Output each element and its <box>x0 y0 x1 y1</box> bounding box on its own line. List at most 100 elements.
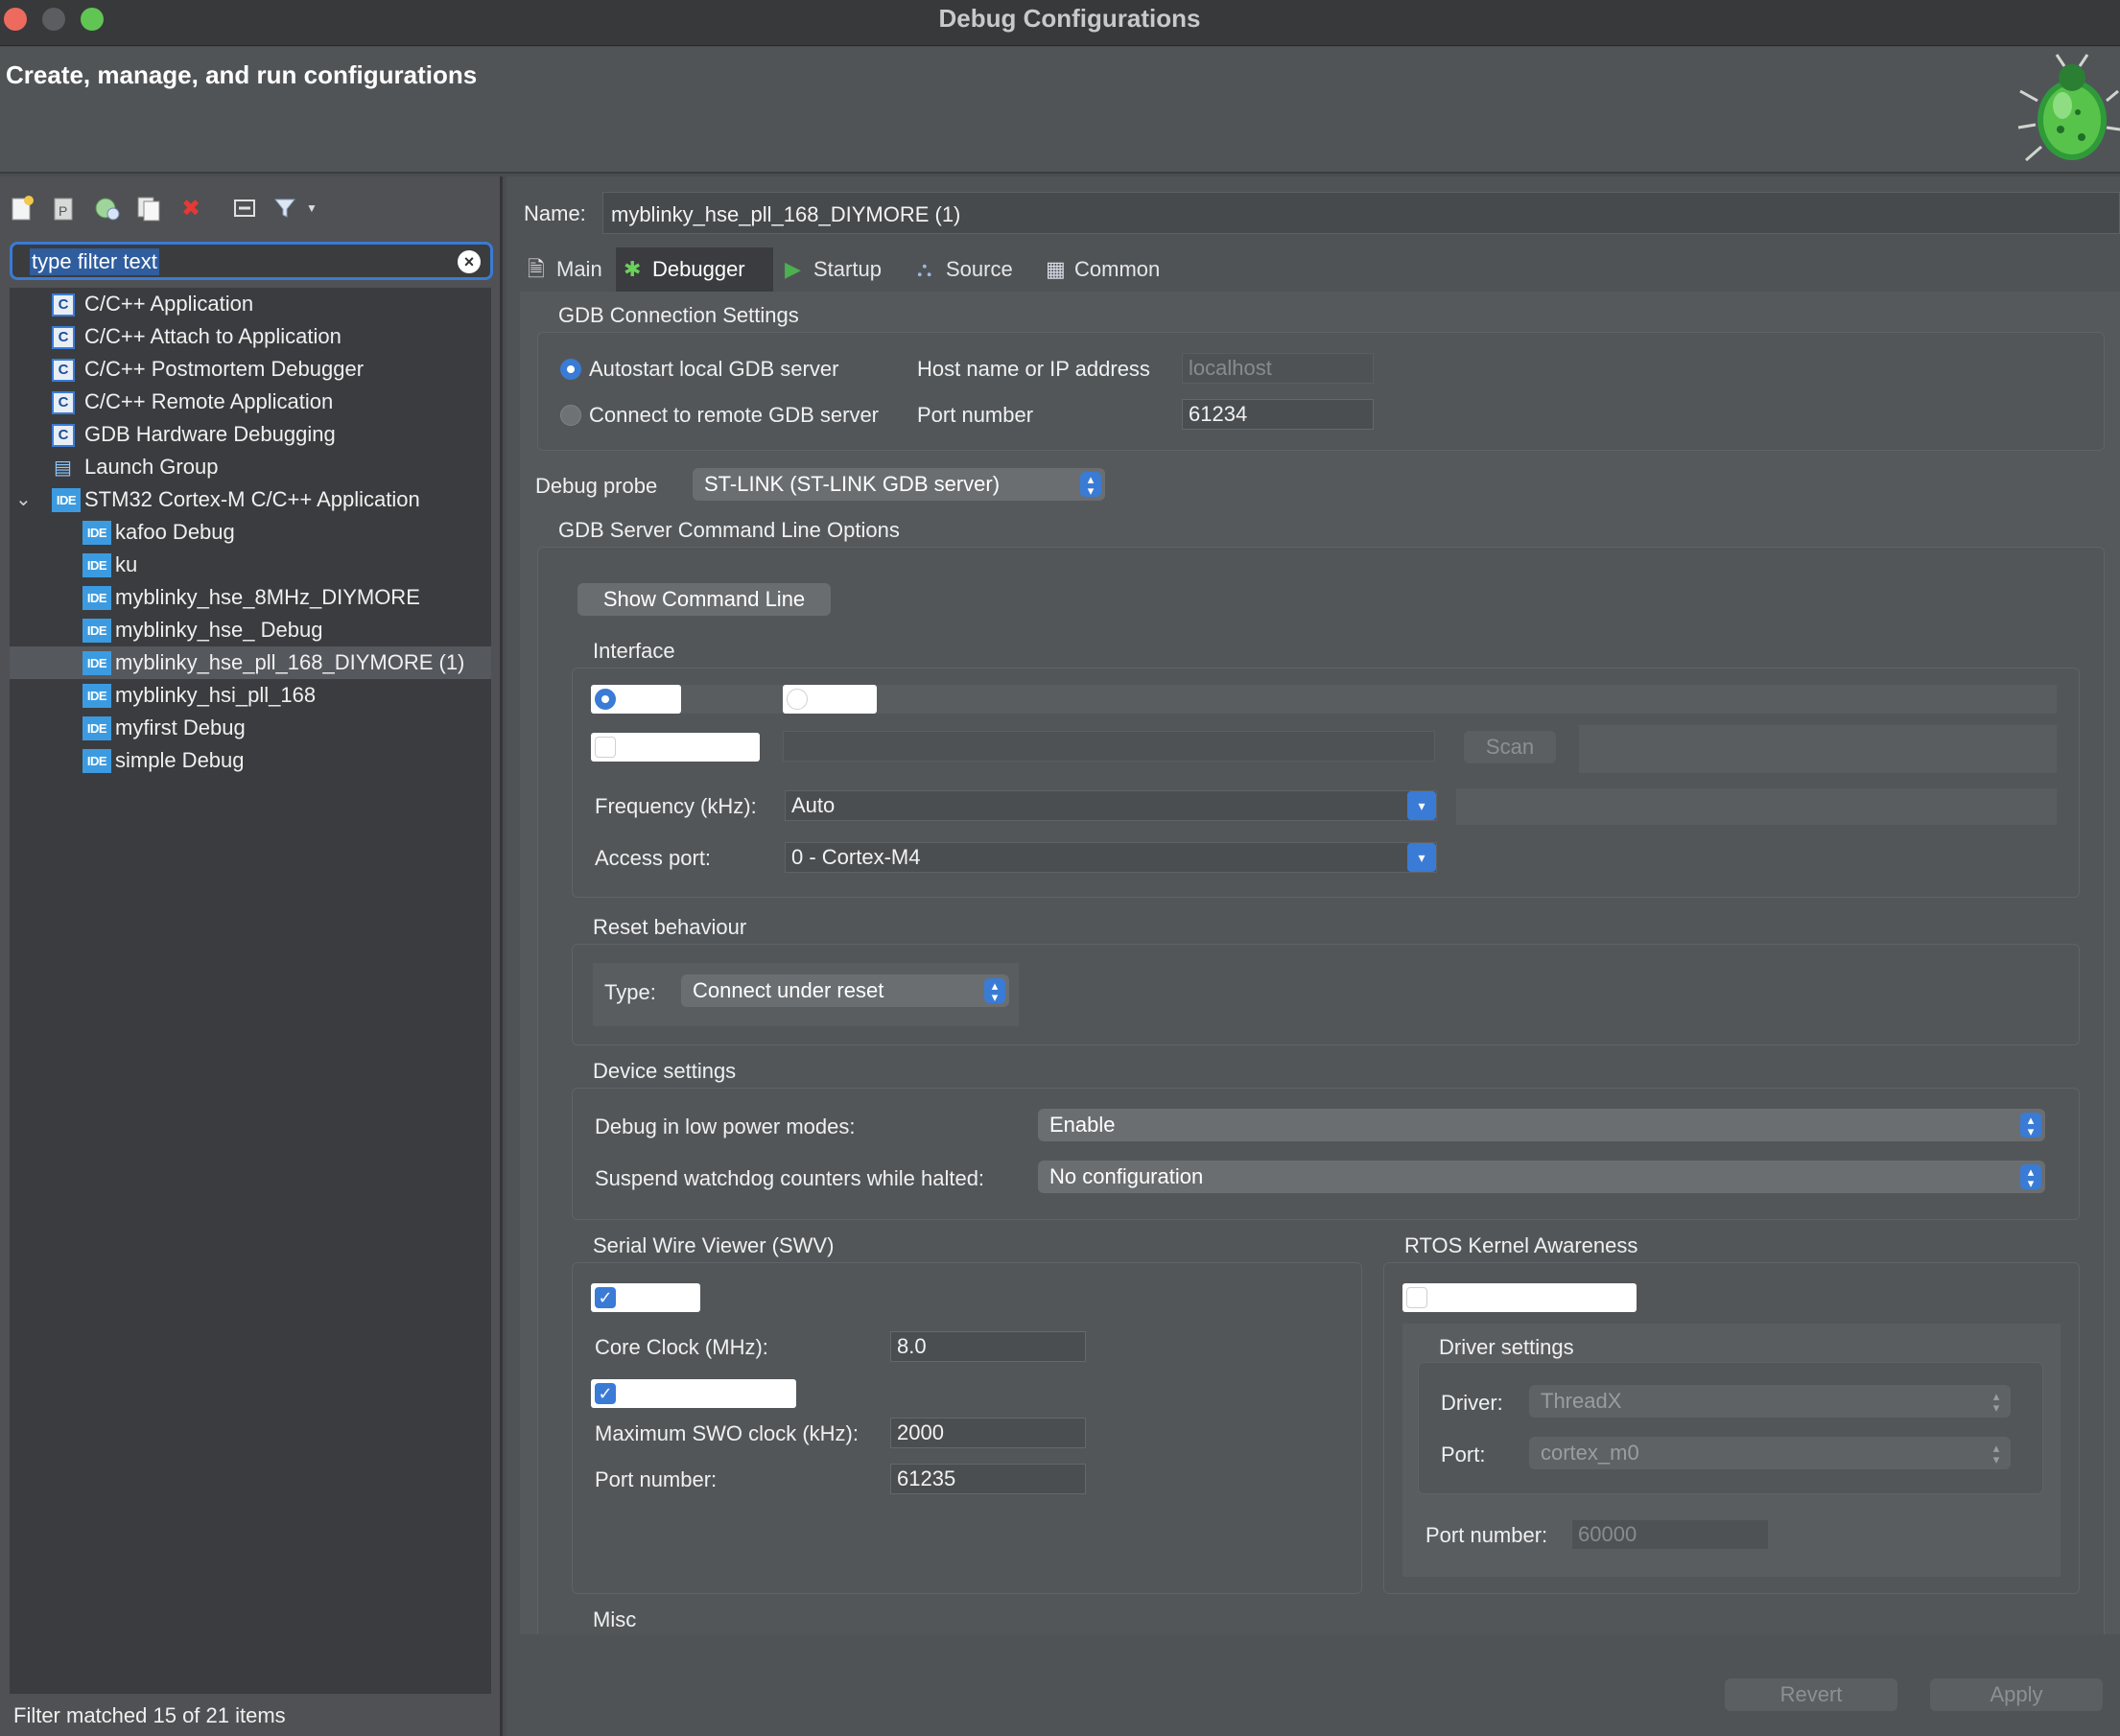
tab-common[interactable]: ▦ Common <box>1038 247 1182 292</box>
reset-type-value: Connect under reset <box>693 978 884 1002</box>
swv-title: Serial Wire Viewer (SWV) <box>593 1233 835 1257</box>
gdb-port-field[interactable]: 61234 <box>1182 399 1374 430</box>
low-power-label: Debug in low power modes: <box>595 1114 856 1138</box>
source-tab-icon: ⛬ <box>917 257 932 281</box>
low-power-select[interactable]: Enable ▴ ▾ <box>1038 1109 2045 1141</box>
tree-item-cpp-postmortem[interactable]: C C/C++ Postmortem Debugger <box>10 353 491 386</box>
ide-icon: IDE <box>82 684 111 708</box>
stlink-sn-extra <box>1579 725 2057 773</box>
rtos-portnum-field[interactable]: 60000 <box>1571 1519 1769 1550</box>
stlink-sn-checkbox[interactable] <box>595 737 616 758</box>
swv-enable-label: Enable <box>624 1285 690 1309</box>
config-toolbar: P ✖ ▼ <box>8 194 497 228</box>
clear-filter-icon[interactable]: × <box>458 250 481 273</box>
tree-item-launch-group[interactable]: ▤ Launch Group <box>10 451 491 483</box>
tree-item-config[interactable]: IDE myblinky_hse_ Debug <box>10 614 491 646</box>
configuration-tree: C C/C++ Application C C/C++ Attach to Ap… <box>10 288 491 1694</box>
header-title: Create, manage, and run configurations <box>6 60 478 89</box>
revert-button[interactable]: Revert <box>1725 1678 1897 1711</box>
ide-icon: IDE <box>82 619 111 643</box>
tree-item-cpp-remote[interactable]: C C/C++ Remote Application <box>10 386 491 418</box>
tree-item-config[interactable]: IDE myblinky_hsi_pll_168 <box>10 679 491 712</box>
rtos-port-value: cortex_m0 <box>1541 1441 1639 1465</box>
autostart-label: Autostart local GDB server <box>589 357 839 381</box>
tree-item-label: C/C++ Attach to Application <box>84 324 342 348</box>
debug-probe-label: Debug probe <box>535 474 658 498</box>
driver-select[interactable]: ThreadX ▴ ▾ <box>1529 1385 2011 1418</box>
limit-swo-label: Limit SWO clock <box>624 1381 779 1405</box>
config-name-field[interactable]: myblinky_hse_pll_168_DIYMORE (1) <box>602 192 2120 234</box>
core-clock-field[interactable]: 8.0 <box>890 1331 1086 1362</box>
configuration-editor: Name: myblinky_hse_pll_168_DIYMORE (1) 🗎… <box>506 176 2120 1736</box>
delete-config-icon[interactable]: ✖ <box>177 194 205 223</box>
scan-button[interactable]: Scan <box>1464 731 1556 763</box>
tree-item-config-selected[interactable]: IDE myblinky_hse_pll_168_DIYMORE (1) <box>10 646 491 679</box>
access-port-select[interactable]: 0 - Cortex-M4 ▾ <box>785 842 1437 873</box>
tree-item-config[interactable]: IDE simple Debug <box>10 744 491 777</box>
host-field[interactable]: localhost <box>1182 353 1374 384</box>
tree-item-config[interactable]: IDE kafoo Debug <box>10 516 491 549</box>
show-command-line-button[interactable]: Show Command Line <box>577 583 831 616</box>
tree-item-stm32-cortex-m[interactable]: ⌄ IDE STM32 Cortex-M C/C++ Application <box>10 483 491 516</box>
gdb-connection-title: GDB Connection Settings <box>558 303 799 327</box>
c-config-icon: C <box>52 424 75 447</box>
tab-startup[interactable]: ▶ Startup <box>777 247 898 292</box>
stlink-sn-field[interactable] <box>783 731 1435 762</box>
tree-item-label: GDB Hardware Debugging <box>84 422 336 446</box>
frequency-select[interactable]: Auto ▾ <box>785 790 1437 821</box>
tree-item-cpp-application[interactable]: C C/C++ Application <box>10 288 491 320</box>
filter-menu-chevron-icon[interactable]: ▼ <box>297 194 326 223</box>
tab-source[interactable]: ⛬ Source <box>909 247 1028 292</box>
apply-button[interactable]: Apply <box>1930 1678 2103 1711</box>
rtos-portnum-label: Port number: <box>1425 1523 1548 1547</box>
watchdog-label: Suspend watchdog counters while halted: <box>595 1166 985 1190</box>
filter-field[interactable]: type filter text × <box>10 242 493 280</box>
gdb-port-label: Port number <box>917 403 1034 427</box>
ide-icon: IDE <box>82 553 111 577</box>
new-config-icon[interactable] <box>8 194 36 223</box>
window-title: Debug Configurations <box>938 4 1201 33</box>
autostart-radio[interactable] <box>560 359 581 380</box>
tree-item-label: myblinky_hse_8MHz_DIYMORE <box>115 585 420 609</box>
updown-chevron-icon: ▴ ▾ <box>1080 472 1101 497</box>
duplicate-config-icon[interactable] <box>134 194 163 223</box>
remote-radio[interactable] <box>560 405 581 426</box>
tab-main[interactable]: 🗎 Main <box>520 247 612 292</box>
tree-item-gdb-hardware[interactable]: C GDB Hardware Debugging <box>10 418 491 451</box>
title-bar: Debug Configurations <box>0 0 2120 46</box>
tree-item-config[interactable]: IDE ku <box>10 549 491 581</box>
tree-item-config[interactable]: IDE myblinky_hse_8MHz_DIYMORE <box>10 581 491 614</box>
name-label: Name: <box>524 201 586 225</box>
reset-type-select[interactable]: Connect under reset ▴ ▾ <box>681 974 1009 1007</box>
rtos-port-select[interactable]: cortex_m0 ▴ ▾ <box>1529 1437 2011 1469</box>
bug-tab-icon: ✱ <box>624 257 642 281</box>
debug-probe-select[interactable]: ST-LINK (ST-LINK GDB server) ▴ ▾ <box>693 468 1105 501</box>
driver-settings-title: Driver settings <box>1439 1335 1574 1359</box>
ide-icon: IDE <box>52 488 81 512</box>
swv-port-field[interactable]: 61235 <box>890 1464 1086 1494</box>
filter-status: Filter matched 15 of 21 items <box>13 1703 286 1727</box>
watchdog-select[interactable]: No configuration ▴ ▾ <box>1038 1161 2045 1193</box>
limit-swo-checkbox[interactable]: ✓ <box>595 1383 616 1404</box>
export-config-icon[interactable] <box>92 194 121 223</box>
swd-radio[interactable] <box>595 689 616 710</box>
tree-item-cpp-attach[interactable]: C C/C++ Attach to Application <box>10 320 491 353</box>
tree-item-config[interactable]: IDE myfirst Debug <box>10 712 491 744</box>
device-settings-group <box>572 1088 2080 1220</box>
swv-enable-checkbox[interactable]: ✓ <box>595 1287 616 1308</box>
collapse-all-icon[interactable] <box>230 194 259 223</box>
host-label: Host name or IP address <box>917 357 1150 381</box>
filter-text[interactable]: type filter text <box>30 248 159 275</box>
new-prototype-icon[interactable]: P <box>50 194 79 223</box>
misc-title: Misc <box>593 1607 637 1631</box>
filter-icon[interactable] <box>271 194 299 223</box>
tree-item-label: C/C++ Remote Application <box>84 389 334 413</box>
tab-label: Debugger <box>652 257 745 281</box>
tab-debugger[interactable]: ✱ Debugger <box>616 247 773 292</box>
chevron-down-icon[interactable]: ⌄ <box>15 483 32 516</box>
jtag-radio[interactable] <box>787 689 808 710</box>
play-tab-icon: ▶ <box>785 257 801 281</box>
max-swo-field[interactable]: 2000 <box>890 1418 1086 1448</box>
rtos-enable-checkbox[interactable] <box>1406 1287 1427 1308</box>
access-port-label: Access port: <box>595 846 712 870</box>
